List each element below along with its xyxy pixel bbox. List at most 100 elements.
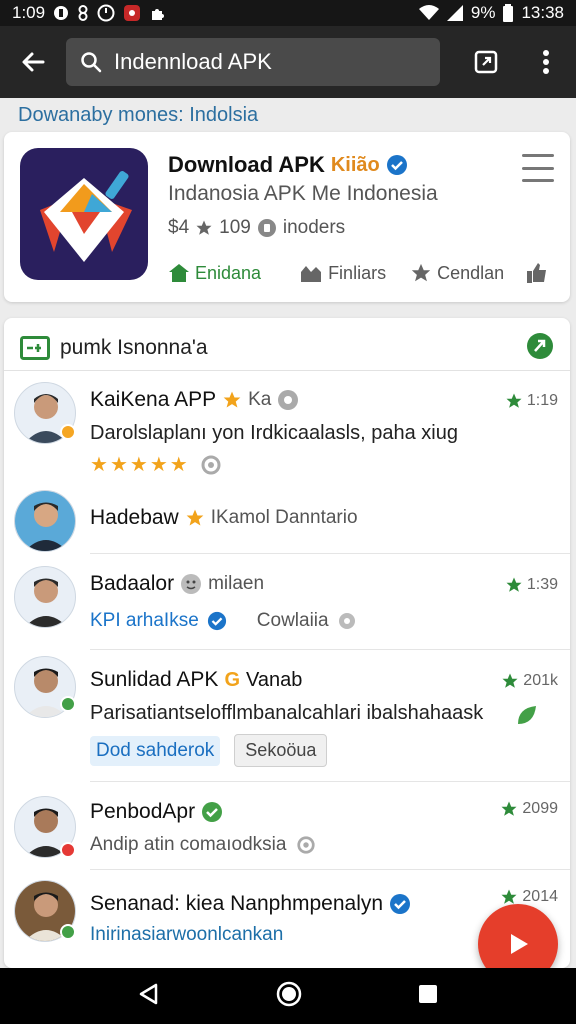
refresh-icon — [297, 836, 316, 854]
wifi-icon — [418, 5, 439, 21]
search-input[interactable]: Indennload APK — [66, 38, 440, 86]
star-action-icon — [411, 263, 431, 282]
install-button[interactable]: Enidana — [168, 263, 261, 284]
item-name: Senanad: kiea Nanphmpenalyn — [90, 892, 384, 915]
system-nav-bar — [0, 968, 576, 1024]
back-button[interactable] — [0, 26, 66, 98]
item-name-extra: Vanab — [246, 668, 303, 691]
status-time-right: 13:38 — [521, 3, 564, 22]
notification-icon — [53, 5, 69, 21]
star-icon: ★ — [109, 454, 128, 476]
open-external-button[interactable] — [462, 38, 510, 86]
app-icon[interactable] — [20, 148, 148, 280]
download-count-icon — [257, 219, 276, 237]
star-small-icon — [506, 393, 522, 408]
install-label: Enidana — [195, 262, 262, 283]
home-nav-button[interactable] — [276, 981, 302, 1012]
app-notification-icon — [123, 4, 141, 22]
star-small-icon — [501, 801, 517, 816]
g-badge-icon: G — [224, 668, 240, 691]
item-name-extra: milaen — [208, 573, 265, 594]
refresh-icon — [201, 455, 221, 474]
item-link[interactable]: KPI arhaIkse — [90, 610, 199, 632]
gear-icon — [338, 613, 355, 629]
item-time: 201k — [501, 672, 558, 690]
item-body: Andip atin comaıodksia — [90, 834, 287, 855]
star-badge-icon — [186, 509, 204, 526]
search-icon — [81, 52, 102, 73]
app-meta: $4 109 inoders — [168, 217, 345, 239]
notification-icon — [77, 5, 89, 21]
list-item[interactable]: Badaalor milaen 1:39 KPI arhaIkse Cowlai… — [4, 554, 570, 650]
leaf-icon — [527, 332, 553, 359]
feed-header: pumk Isnonna'a — [20, 332, 554, 364]
battery-percent: 9% — [470, 3, 496, 22]
item-name: Sunlidad APK — [90, 668, 219, 691]
play-icon — [511, 934, 528, 954]
item-body: Parisatiantselofflmbanalcahlari ibalshah… — [90, 702, 484, 724]
item-meta: KPI arhaIkse Cowlaiia — [90, 610, 357, 632]
status-time-left: 1:09 — [12, 3, 46, 22]
verified-badge-icon — [390, 894, 411, 914]
item-name: Badaalor — [90, 572, 175, 595]
item-name-extra: Ka — [248, 389, 272, 410]
star-icon: ★ — [169, 454, 188, 476]
presence-dot — [60, 924, 76, 940]
share-label: Finliars — [328, 262, 387, 283]
puzzle-icon — [149, 5, 165, 21]
open-external-icon — [474, 50, 498, 74]
breadcrumb[interactable]: Dowanaby mones: Indolsia — [18, 104, 258, 127]
star-icon — [196, 220, 212, 235]
overflow-menu-button[interactable] — [522, 38, 570, 86]
clock-icon — [97, 4, 115, 22]
item-body: Inirinasiarwoonlcankan — [90, 924, 284, 945]
avatar[interactable] — [14, 566, 76, 628]
app-installs: inoders — [282, 217, 346, 238]
star-icon: ★ — [90, 454, 108, 476]
item-time: 2099 — [500, 800, 558, 818]
item-name: KaiKena APP — [90, 388, 217, 411]
favorite-label: Cendlan — [437, 262, 505, 283]
feed-divider — [4, 370, 570, 371]
list-item[interactable]: Hadebaw IKamol Danntario — [4, 484, 570, 554]
thumbs-up-icon — [527, 263, 547, 283]
item-secondary: Cowlaiia — [256, 610, 329, 631]
item-body: Darolslaplanı yon Irdkicaalasls, paha xi… — [90, 422, 458, 444]
info-badge-icon — [278, 390, 299, 410]
item-time: 2014 — [500, 888, 558, 906]
recents-nav-icon — [418, 984, 437, 1003]
item-tag-chip[interactable]: Dod sahderok — [90, 735, 221, 766]
presence-dot — [60, 424, 76, 440]
item-name-extra: IKamol Danntario — [210, 507, 358, 528]
overflow-menu-icon — [543, 50, 549, 74]
feed-refresh-button[interactable] — [526, 332, 554, 365]
feed-badge-icon — [20, 336, 50, 360]
back-nav-icon — [140, 983, 158, 1004]
star-small-icon — [506, 577, 522, 592]
feed-card: pumk Isnonna'a KaiKena APP Ka 1:19 Darol… — [4, 318, 570, 968]
signal-icon — [446, 5, 463, 21]
battery-icon — [503, 4, 514, 22]
app-actions: Enidana Finliars Cendlan — [168, 262, 560, 284]
list-item[interactable]: KaiKena APP Ka 1:19 Darolslaplanı yon Ir… — [4, 376, 570, 484]
star-badge-icon — [223, 391, 241, 408]
presence-dot — [60, 842, 76, 858]
app-card-menu-button[interactable] — [522, 154, 554, 182]
status-bar: 1:09 9% 13:38 — [0, 0, 576, 26]
recents-nav-button[interactable] — [417, 983, 439, 1010]
feed-header-label: pumk Isnonna'a — [60, 336, 208, 359]
like-button[interactable] — [526, 262, 548, 284]
list-item[interactable]: PenbodApr 2099 Andip atin comaıodksia — [4, 782, 570, 870]
favorite-button[interactable]: Cendlan — [410, 262, 504, 284]
item-name: Hadebaw — [90, 506, 179, 529]
presence-dot — [60, 696, 76, 712]
back-nav-button[interactable] — [137, 982, 161, 1011]
verified-badge-icon — [386, 155, 407, 175]
home-nav-icon — [276, 981, 302, 1006]
share-button[interactable]: Finliars — [299, 263, 386, 284]
item-action-chip[interactable]: Sekoöua — [234, 734, 328, 767]
app-rating-count: 109 — [219, 217, 251, 238]
app-card[interactable]: Download APK Kiião Indanosia APK Me Indo… — [4, 132, 570, 302]
avatar[interactable] — [14, 490, 76, 552]
list-item[interactable]: Sunlidad APK G Vanab 201k Parisatiantsel… — [4, 650, 570, 782]
